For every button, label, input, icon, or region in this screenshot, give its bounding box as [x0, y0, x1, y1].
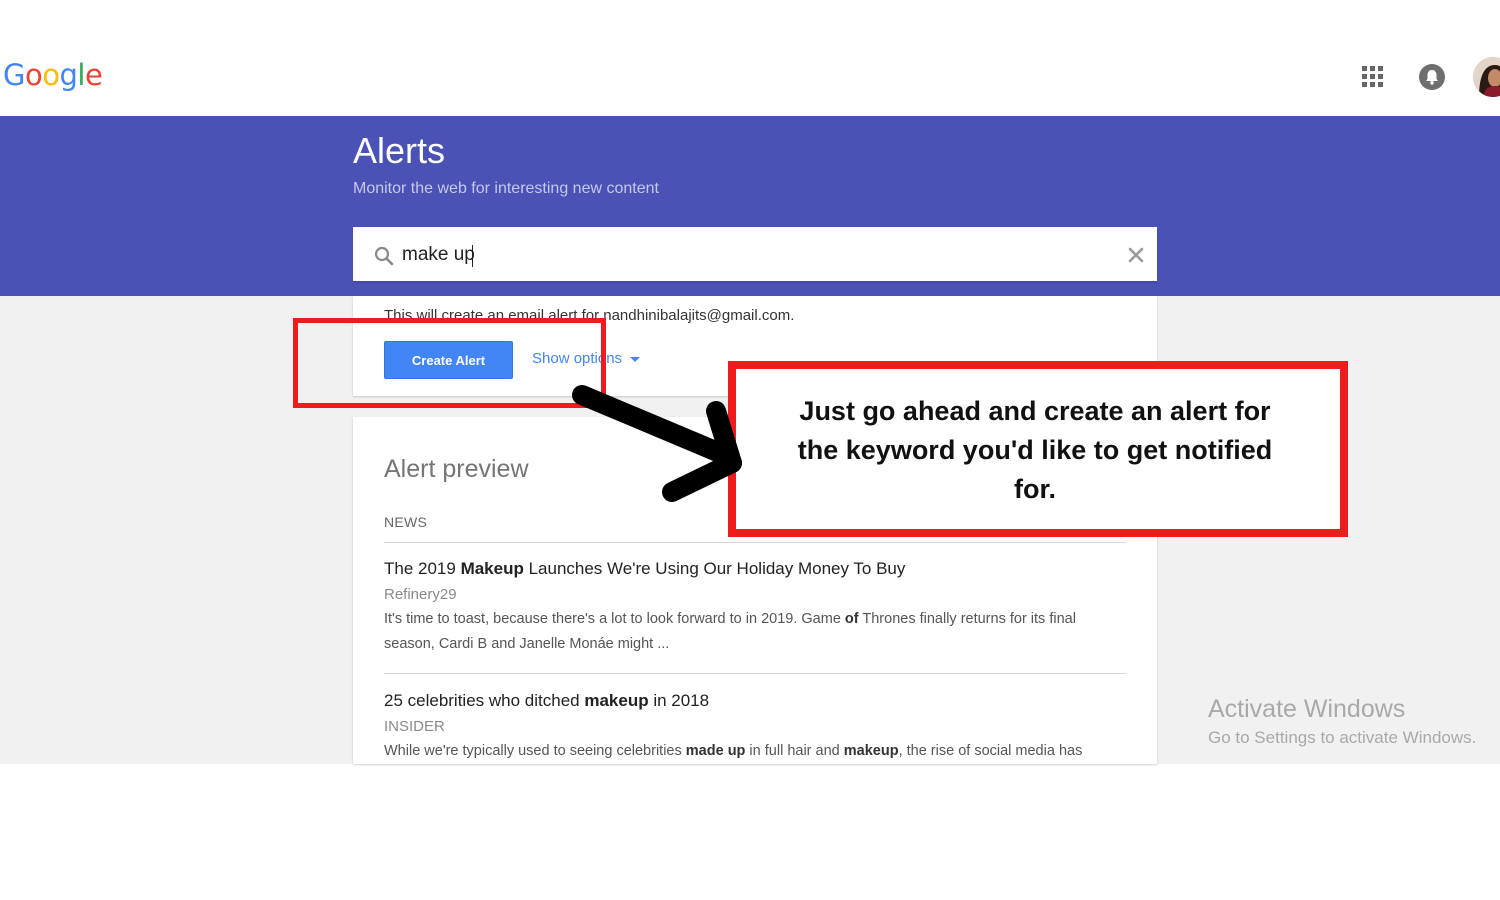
snippet-keyword: made up [685, 743, 746, 759]
snippet-text: , the rise of social media has [898, 743, 1083, 759]
article-title-text: in 2018 [648, 691, 710, 710]
page-subtitle: Monitor the web for interesting new cont… [353, 180, 659, 197]
chevron-down-icon [630, 356, 641, 362]
search-input[interactable] [402, 241, 1102, 269]
activate-windows-subtext: Go to Settings to activate Windows. [1208, 728, 1477, 747]
alert-preview-title: Alert preview [384, 455, 529, 483]
page-title: Alerts [353, 130, 446, 171]
snippet-keyword: makeup [843, 743, 899, 759]
article-title-keyword: makeup [584, 691, 649, 710]
activate-windows-watermark: Activate Windows [1208, 695, 1406, 723]
logo-letter: o [24, 58, 43, 92]
callout-text: Just go ahead and create an alert for th… [797, 396, 1273, 504]
apps-grid-icon[interactable] [1362, 66, 1383, 87]
snippet-text: While we're typically used to seeing cel… [384, 743, 686, 759]
article-title-text: The 2019 [384, 559, 461, 578]
snippet-text: in full hair and [745, 743, 844, 759]
annotation-arrow-icon [572, 385, 742, 502]
snippet-keyword: of [844, 611, 859, 627]
logo-letter: G [3, 58, 25, 92]
user-avatar[interactable] [1473, 57, 1500, 97]
news-section-label: NEWS [384, 514, 428, 530]
divider [384, 673, 1126, 674]
article-title-text: Launches We're Using Our Holiday Money T… [523, 559, 906, 578]
search-icon [374, 246, 394, 266]
snippet-text: It's time to toast, because there's a lo… [384, 611, 845, 627]
article-source: INSIDER [384, 718, 445, 735]
article-snippet: While we're typically used to seeing cel… [384, 739, 1144, 764]
divider [384, 542, 1126, 543]
article-title-keyword: Makeup [460, 559, 524, 578]
notifications-bell-icon[interactable] [1419, 64, 1445, 90]
article-title-link[interactable]: The 2019 Makeup Launches We're Using Our… [384, 559, 905, 579]
article-title-text: 25 celebrities who ditched [384, 691, 585, 710]
text-cursor [472, 245, 473, 267]
article-title-link[interactable]: 25 celebrities who ditched makeup in 201… [384, 691, 709, 711]
logo-letter: e [84, 58, 103, 92]
close-icon[interactable] [1125, 244, 1147, 266]
article-snippet: It's time to toast, because there's a lo… [384, 607, 1124, 657]
google-logo[interactable]: Google [3, 58, 103, 92]
bottom-blank-area [0, 764, 1500, 900]
article-source: Refinery29 [384, 586, 457, 603]
logo-letter: l [77, 58, 85, 92]
logo-letter: g [59, 58, 78, 92]
logo-letter: o [42, 58, 60, 92]
